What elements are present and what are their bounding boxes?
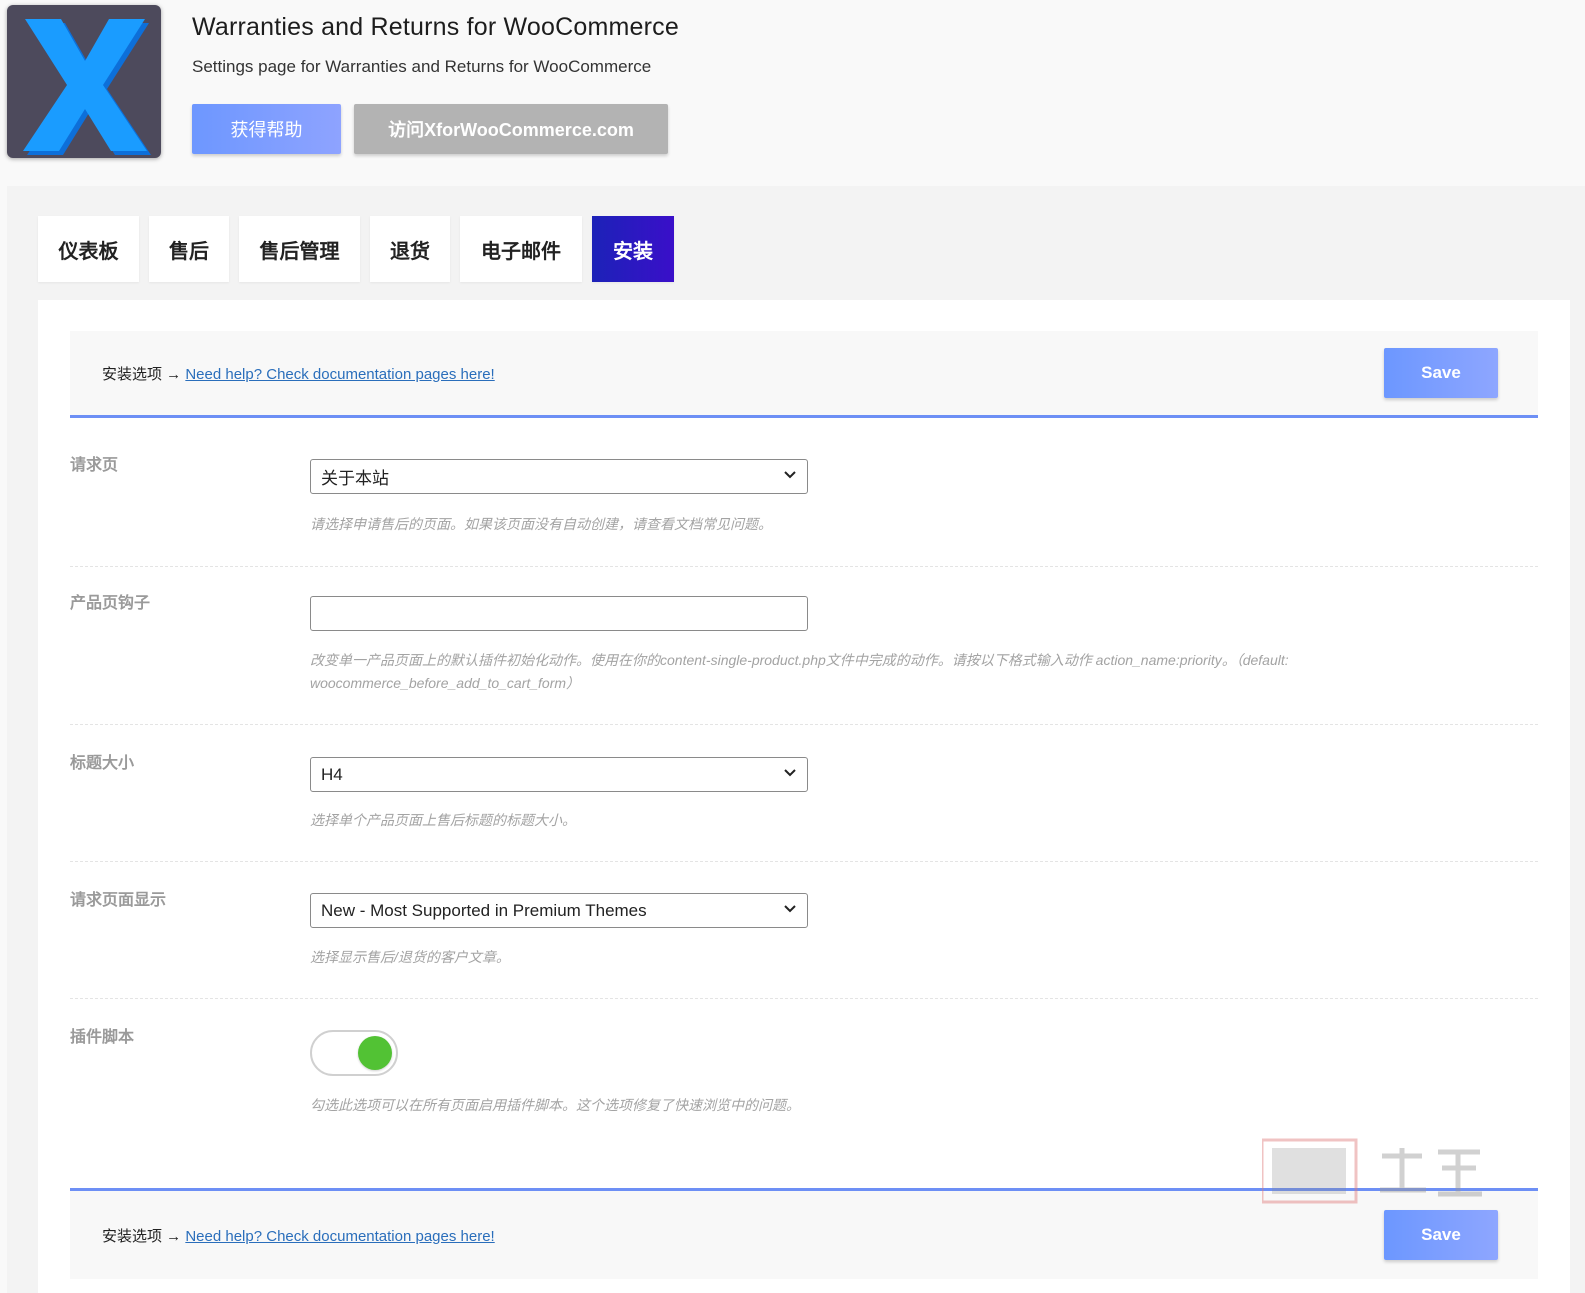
tab-dashboard[interactable]: 仪表板 (38, 216, 139, 282)
request-display-label: 请求页面显示 (70, 892, 167, 909)
chevron-down-icon (784, 905, 796, 913)
product-hook-label: 产品页钩子 (70, 595, 151, 612)
plugin-scripts-hint: 勾选此选项可以在所有页面启用插件脚本。这个选项修复了快速浏览中的问题。 (310, 1097, 800, 1113)
tab-returns[interactable]: 退货 (370, 216, 450, 282)
request-page-label: 请求页 (70, 457, 119, 474)
app-title: Warranties and Returns for WooCommerce (192, 13, 679, 41)
section-prefix-footer: 安装选项 → (102, 1227, 182, 1245)
watermark-logo-icon (1262, 1138, 1482, 1204)
get-help-button[interactable]: 获得帮助 (192, 104, 341, 154)
chevron-down-icon (784, 769, 796, 777)
toggle-knob (358, 1036, 392, 1070)
field-row-product-hook: 产品页钩子 改变单一产品页面上的默认插件初始化动作。使用在你的content-s… (70, 581, 1538, 725)
tab-installation[interactable]: 安装 (592, 216, 674, 282)
title-size-select[interactable]: H4 (310, 757, 808, 792)
request-display-hint: 选择显示售后/退货的客户文章。 (310, 949, 510, 965)
section-header-bar: 安装选项 → Need help? Check documentation pa… (70, 331, 1538, 418)
app-subtitle: Settings page for Warranties and Returns… (192, 57, 652, 76)
product-hook-input[interactable] (310, 596, 808, 631)
section-title: 安装选项 → Need help? Check documentation pa… (102, 363, 495, 384)
documentation-link-footer[interactable]: Need help? Check documentation pages her… (185, 1228, 494, 1245)
section-title-footer: 安装选项 → Need help? Check documentation pa… (102, 1225, 495, 1246)
tab-warranty-management[interactable]: 售后管理 (239, 216, 360, 282)
request-page-hint: 请选择申请售后的页面。如果该页面没有自动创建，请查看文档常见问题。 (310, 516, 772, 532)
title-size-value: H4 (321, 764, 343, 784)
title-size-hint: 选择单个产品页面上售后标题的标题大小。 (310, 812, 576, 828)
plugin-scripts-label: 插件脚本 (70, 1029, 135, 1046)
x-logo-icon (7, 5, 161, 158)
documentation-link[interactable]: Need help? Check documentation pages her… (185, 366, 494, 383)
title-size-label: 标题大小 (70, 755, 135, 772)
field-row-title-size: 标题大小 H4 选择单个产品页面上售后标题的标题大小。 (70, 741, 1538, 862)
tab-emails[interactable]: 电子邮件 (460, 216, 582, 282)
field-row-request-display: 请求页面显示 New - Most Supported in Premium T… (70, 878, 1538, 999)
visit-site-button[interactable]: 访问XforWooCommerce.com (354, 104, 668, 154)
request-display-select[interactable]: New - Most Supported in Premium Themes (310, 893, 808, 928)
save-button-top[interactable]: Save (1384, 348, 1498, 398)
request-display-value: New - Most Supported in Premium Themes (321, 900, 647, 920)
settings-tabs: 仪表板 售后 售后管理 退货 电子邮件 安装 (38, 216, 674, 282)
tab-warranties[interactable]: 售后 (149, 216, 229, 282)
field-row-request-page: 请求页 关于本站 请选择申请售后的页面。如果该页面没有自动创建，请查看文档常见问… (70, 443, 1538, 567)
product-hook-hint: 改变单一产品页面上的默认插件初始化动作。使用在你的content-single-… (310, 652, 1289, 691)
request-page-select[interactable]: 关于本站 (310, 459, 808, 494)
chevron-down-icon (784, 471, 796, 479)
request-page-value: 关于本站 (321, 469, 389, 488)
save-button-bottom[interactable]: Save (1384, 1210, 1498, 1260)
page-header: Warranties and Returns for WooCommerce S… (0, 0, 1585, 186)
plugin-scripts-toggle[interactable] (310, 1030, 398, 1076)
section-prefix: 安装选项 → (102, 365, 182, 383)
